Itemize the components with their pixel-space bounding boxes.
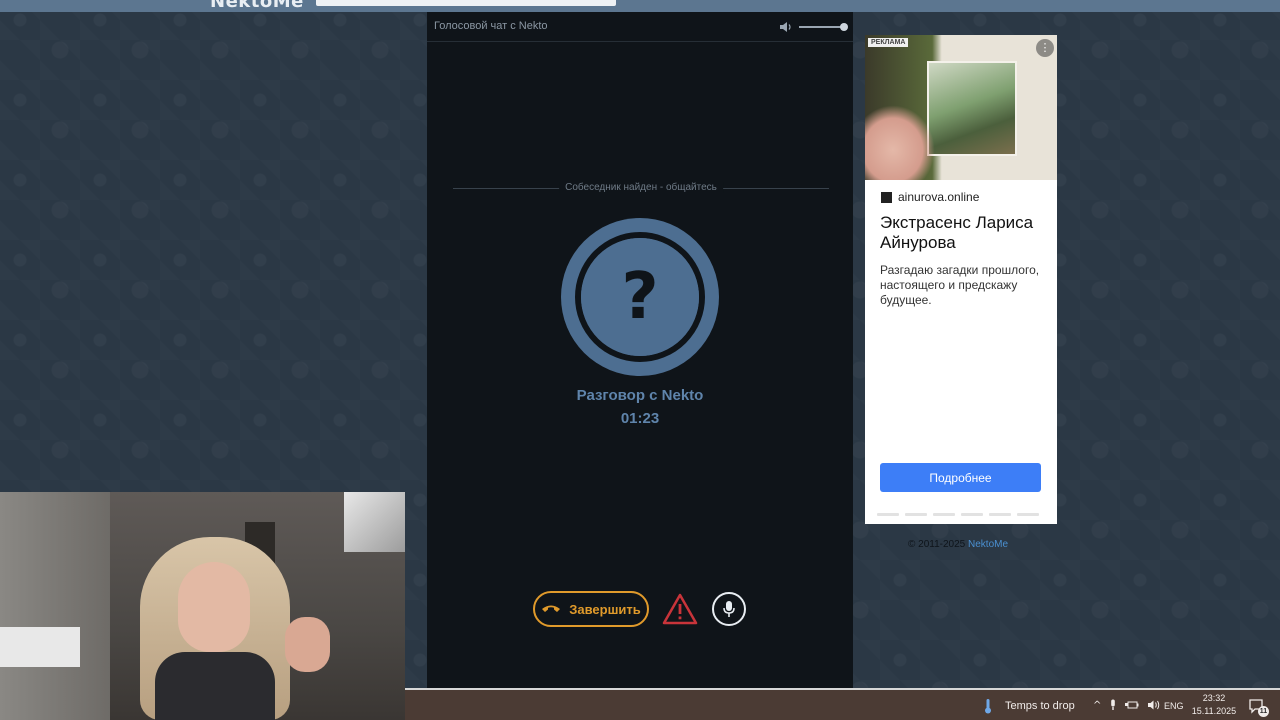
ad-cta-button[interactable]: Подробнее xyxy=(880,463,1041,492)
thermometer-icon xyxy=(985,699,991,714)
footer-link[interactable]: NektoMe xyxy=(968,539,1008,550)
microphone-button[interactable] xyxy=(712,592,746,626)
carousel-dot[interactable] xyxy=(989,513,1011,516)
carousel-dot[interactable] xyxy=(961,513,983,516)
chat-header: Голосовой чат с Nekto xyxy=(427,12,853,42)
clock-date: 15.11.2025 xyxy=(1191,706,1237,716)
ad-headline[interactable]: Экстрасенс Лариса Айнурова xyxy=(880,213,1050,253)
favicon-icon xyxy=(881,191,892,203)
speaker-icon[interactable] xyxy=(1147,699,1161,711)
cam-person-clothing xyxy=(155,652,275,720)
webcam-overlay xyxy=(0,492,405,720)
end-call-label: Завершить xyxy=(569,601,641,617)
ad-photo xyxy=(927,61,1017,156)
weather-widget[interactable]: Temps to drop xyxy=(1005,700,1075,712)
avatar-ring: ? xyxy=(575,232,705,362)
warning-triangle-icon[interactable] xyxy=(662,592,698,626)
microphone-icon xyxy=(723,601,735,617)
phone-hangup-icon xyxy=(542,605,561,612)
cam-poster xyxy=(344,492,405,552)
microphone-icon[interactable] xyxy=(1109,699,1117,711)
cam-person-face xyxy=(178,562,250,652)
system-tray: ^ xyxy=(1093,699,1161,711)
more-options-icon[interactable]: ⋮ xyxy=(1036,39,1054,57)
carousel-dot[interactable] xyxy=(933,513,955,516)
language-indicator[interactable]: ENG xyxy=(1164,701,1184,711)
ad-hand xyxy=(865,105,935,180)
tray-caret-icon[interactable]: ^ xyxy=(1093,700,1101,711)
connection-status: Собеседник найден - общайтесь xyxy=(453,182,829,194)
taskbar: Temps to drop ^ ENG 23:32 15.11.2025 11 xyxy=(405,688,1280,720)
top-navbar: NektoMe xyxy=(0,0,1280,12)
battery-icon[interactable] xyxy=(1125,700,1139,710)
footer-copyright: © 2011-2025 NektoMe xyxy=(908,539,1008,550)
ad-domain-row: ainurova.online xyxy=(881,190,979,204)
copyright-text: © 2011-2025 xyxy=(908,539,966,550)
partner-name: Разговор с Nekto xyxy=(576,387,704,404)
call-timer: 01:23 xyxy=(620,410,660,427)
ad-label: РЕКЛАМА xyxy=(868,38,909,47)
question-mark-icon: ? xyxy=(581,238,699,356)
cam-wall xyxy=(0,492,110,720)
chat-title: Голосовой чат с Nekto xyxy=(434,20,548,32)
ad-description: Разгадаю загадки прошлого, настоящего и … xyxy=(880,263,1040,307)
cam-person-hand xyxy=(285,617,330,672)
status-text: Собеседник найден - общайтесь xyxy=(559,182,723,193)
carousel-dot[interactable] xyxy=(1017,513,1039,516)
ad-image[interactable]: РЕКЛАМА ⋮ xyxy=(865,35,1057,180)
volume-slider-handle[interactable] xyxy=(840,23,848,31)
ad-domain[interactable]: ainurova.online xyxy=(898,190,979,204)
carousel-dot[interactable] xyxy=(905,513,927,516)
notification-badge: 11 xyxy=(1258,706,1269,717)
voice-chat-panel: Голосовой чат с Nekto Собеседник найден … xyxy=(427,12,853,688)
partner-avatar: ? xyxy=(561,218,719,376)
end-call-button[interactable]: Завершить xyxy=(533,591,649,627)
cam-bed xyxy=(0,627,80,667)
advertisement[interactable]: РЕКЛАМА ⋮ ainurova.online Экстрасенс Лар… xyxy=(865,35,1057,524)
speaker-icon[interactable] xyxy=(779,20,793,34)
carousel-dot[interactable] xyxy=(877,513,899,516)
search-input[interactable] xyxy=(316,0,616,6)
site-logo[interactable]: NektoMe xyxy=(210,0,304,12)
ad-carousel-dots xyxy=(877,513,1039,516)
taskbar-clock[interactable]: 23:32 15.11.2025 xyxy=(1191,692,1237,718)
clock-time: 23:32 xyxy=(1202,693,1226,703)
